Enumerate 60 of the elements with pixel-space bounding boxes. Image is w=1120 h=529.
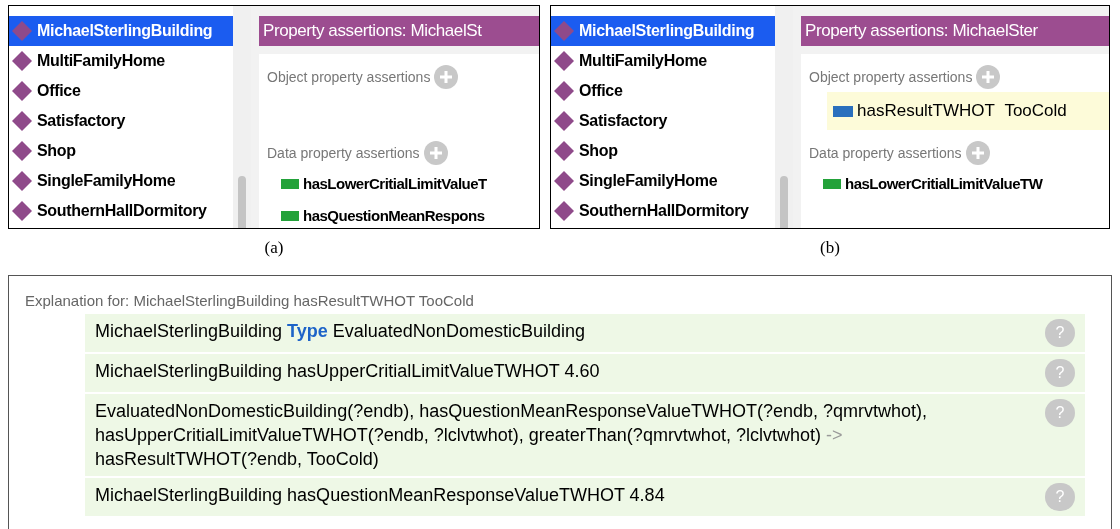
individual-item[interactable]: Office <box>9 76 233 106</box>
assertion-text: hasLowerCritialLimitValueTW <box>845 173 1043 194</box>
axiom-text: MichaelSterlingBuilding Type EvaluatedNonDomesticBuilding <box>95 320 585 343</box>
scrollbar-thumb[interactable] <box>780 176 788 228</box>
assertion-text: hasResultTWHOT TooCold <box>857 100 1067 123</box>
figure-caption: (b) <box>820 237 840 259</box>
diamond-icon <box>553 140 575 162</box>
individual-item[interactable]: SingleFamilyHome <box>9 166 233 196</box>
diamond-icon <box>11 20 33 42</box>
diamond-icon <box>11 200 33 222</box>
individual-item[interactable]: SouthernHallDormitory <box>551 196 775 226</box>
explanation-title: Explanation for: MichaelSterlingBuilding hasResultTWHOT TooCold <box>25 290 475 311</box>
diamond-icon <box>11 50 33 72</box>
scrollbar-thumb[interactable] <box>238 176 246 228</box>
section-label: Object property assertions <box>267 67 431 87</box>
diamond-icon <box>11 170 33 192</box>
assertion-text: hasLowerCritialLimitValueT <box>303 173 487 194</box>
diamond-icon <box>553 50 575 72</box>
section-label: Object property assertions <box>809 67 973 87</box>
data-property-icon <box>823 179 841 189</box>
diamond-icon <box>553 80 575 102</box>
section-label: Data property assertions <box>267 143 420 163</box>
individual-item[interactable]: MultiFamilyHome <box>551 46 775 76</box>
diamond-icon <box>553 200 575 222</box>
axiom-text: MichaelSterlingBuilding hasQuestionMeanResponseValueTWHOT 4.84 <box>95 484 665 507</box>
section-label: Data property assertions <box>809 143 962 163</box>
assertion-text: hasQuestionMeanRespons <box>303 205 485 226</box>
data-property-icon <box>281 211 299 221</box>
individual-item[interactable]: Shop <box>551 136 775 166</box>
individual-item[interactable]: SingleFamilyHome <box>551 166 775 196</box>
diamond-icon <box>553 20 575 42</box>
add-button[interactable] <box>965 141 990 165</box>
individual-item[interactable]: Shop <box>9 136 233 166</box>
plus-icon <box>981 70 996 84</box>
plus-icon <box>439 70 454 84</box>
plus-icon <box>970 146 985 160</box>
panel-header: Property assertions: MichaelSt <box>259 16 539 46</box>
diamond-icon <box>553 110 575 132</box>
individual-item[interactable]: SouthernHallDormitory <box>9 196 233 226</box>
individual-item[interactable]: Office <box>551 76 775 106</box>
figure-caption: (a) <box>264 237 284 259</box>
object-assertion-row[interactable]: hasResultTWHOT TooCold <box>827 92 1109 130</box>
axiom-text: EvaluatedNonDomesticBuilding(?endb), hasQuestionMeanResponseValueTWHOT(?endb, ?qmrvtwhot), hasUpperCritialLimitValueTWHOT(?endb, ?lclvtwhot), greaterThan(?qmrvtwhot, ?lclvtwhot) -> hasResultTWHOT(?endb, TooCold) <box>95 400 929 471</box>
add-button[interactable] <box>434 65 459 89</box>
object-property-icon <box>833 105 853 117</box>
panel-header: Property assertions: MichaelSter <box>801 16 1109 46</box>
individual-item[interactable]: MultiFamilyHome <box>9 46 233 76</box>
axiom-text: MichaelSterlingBuilding hasUpperCritialLimitValueTWHOT 4.60 <box>95 360 600 383</box>
diamond-icon <box>11 140 33 162</box>
diamond-icon <box>11 80 33 102</box>
individual-item[interactable]: MichaelSterlingBuilding <box>551 16 775 46</box>
add-button[interactable] <box>423 141 448 165</box>
plus-icon <box>428 146 443 160</box>
diamond-icon <box>11 110 33 132</box>
data-property-icon <box>281 179 299 189</box>
add-button[interactable] <box>976 65 1001 89</box>
diamond-icon <box>553 170 575 192</box>
individual-item[interactable]: MichaelSterlingBuilding <box>9 16 233 46</box>
individual-item[interactable]: Satisfactory <box>551 106 775 136</box>
individual-item[interactable]: Satisfactory <box>9 106 233 136</box>
